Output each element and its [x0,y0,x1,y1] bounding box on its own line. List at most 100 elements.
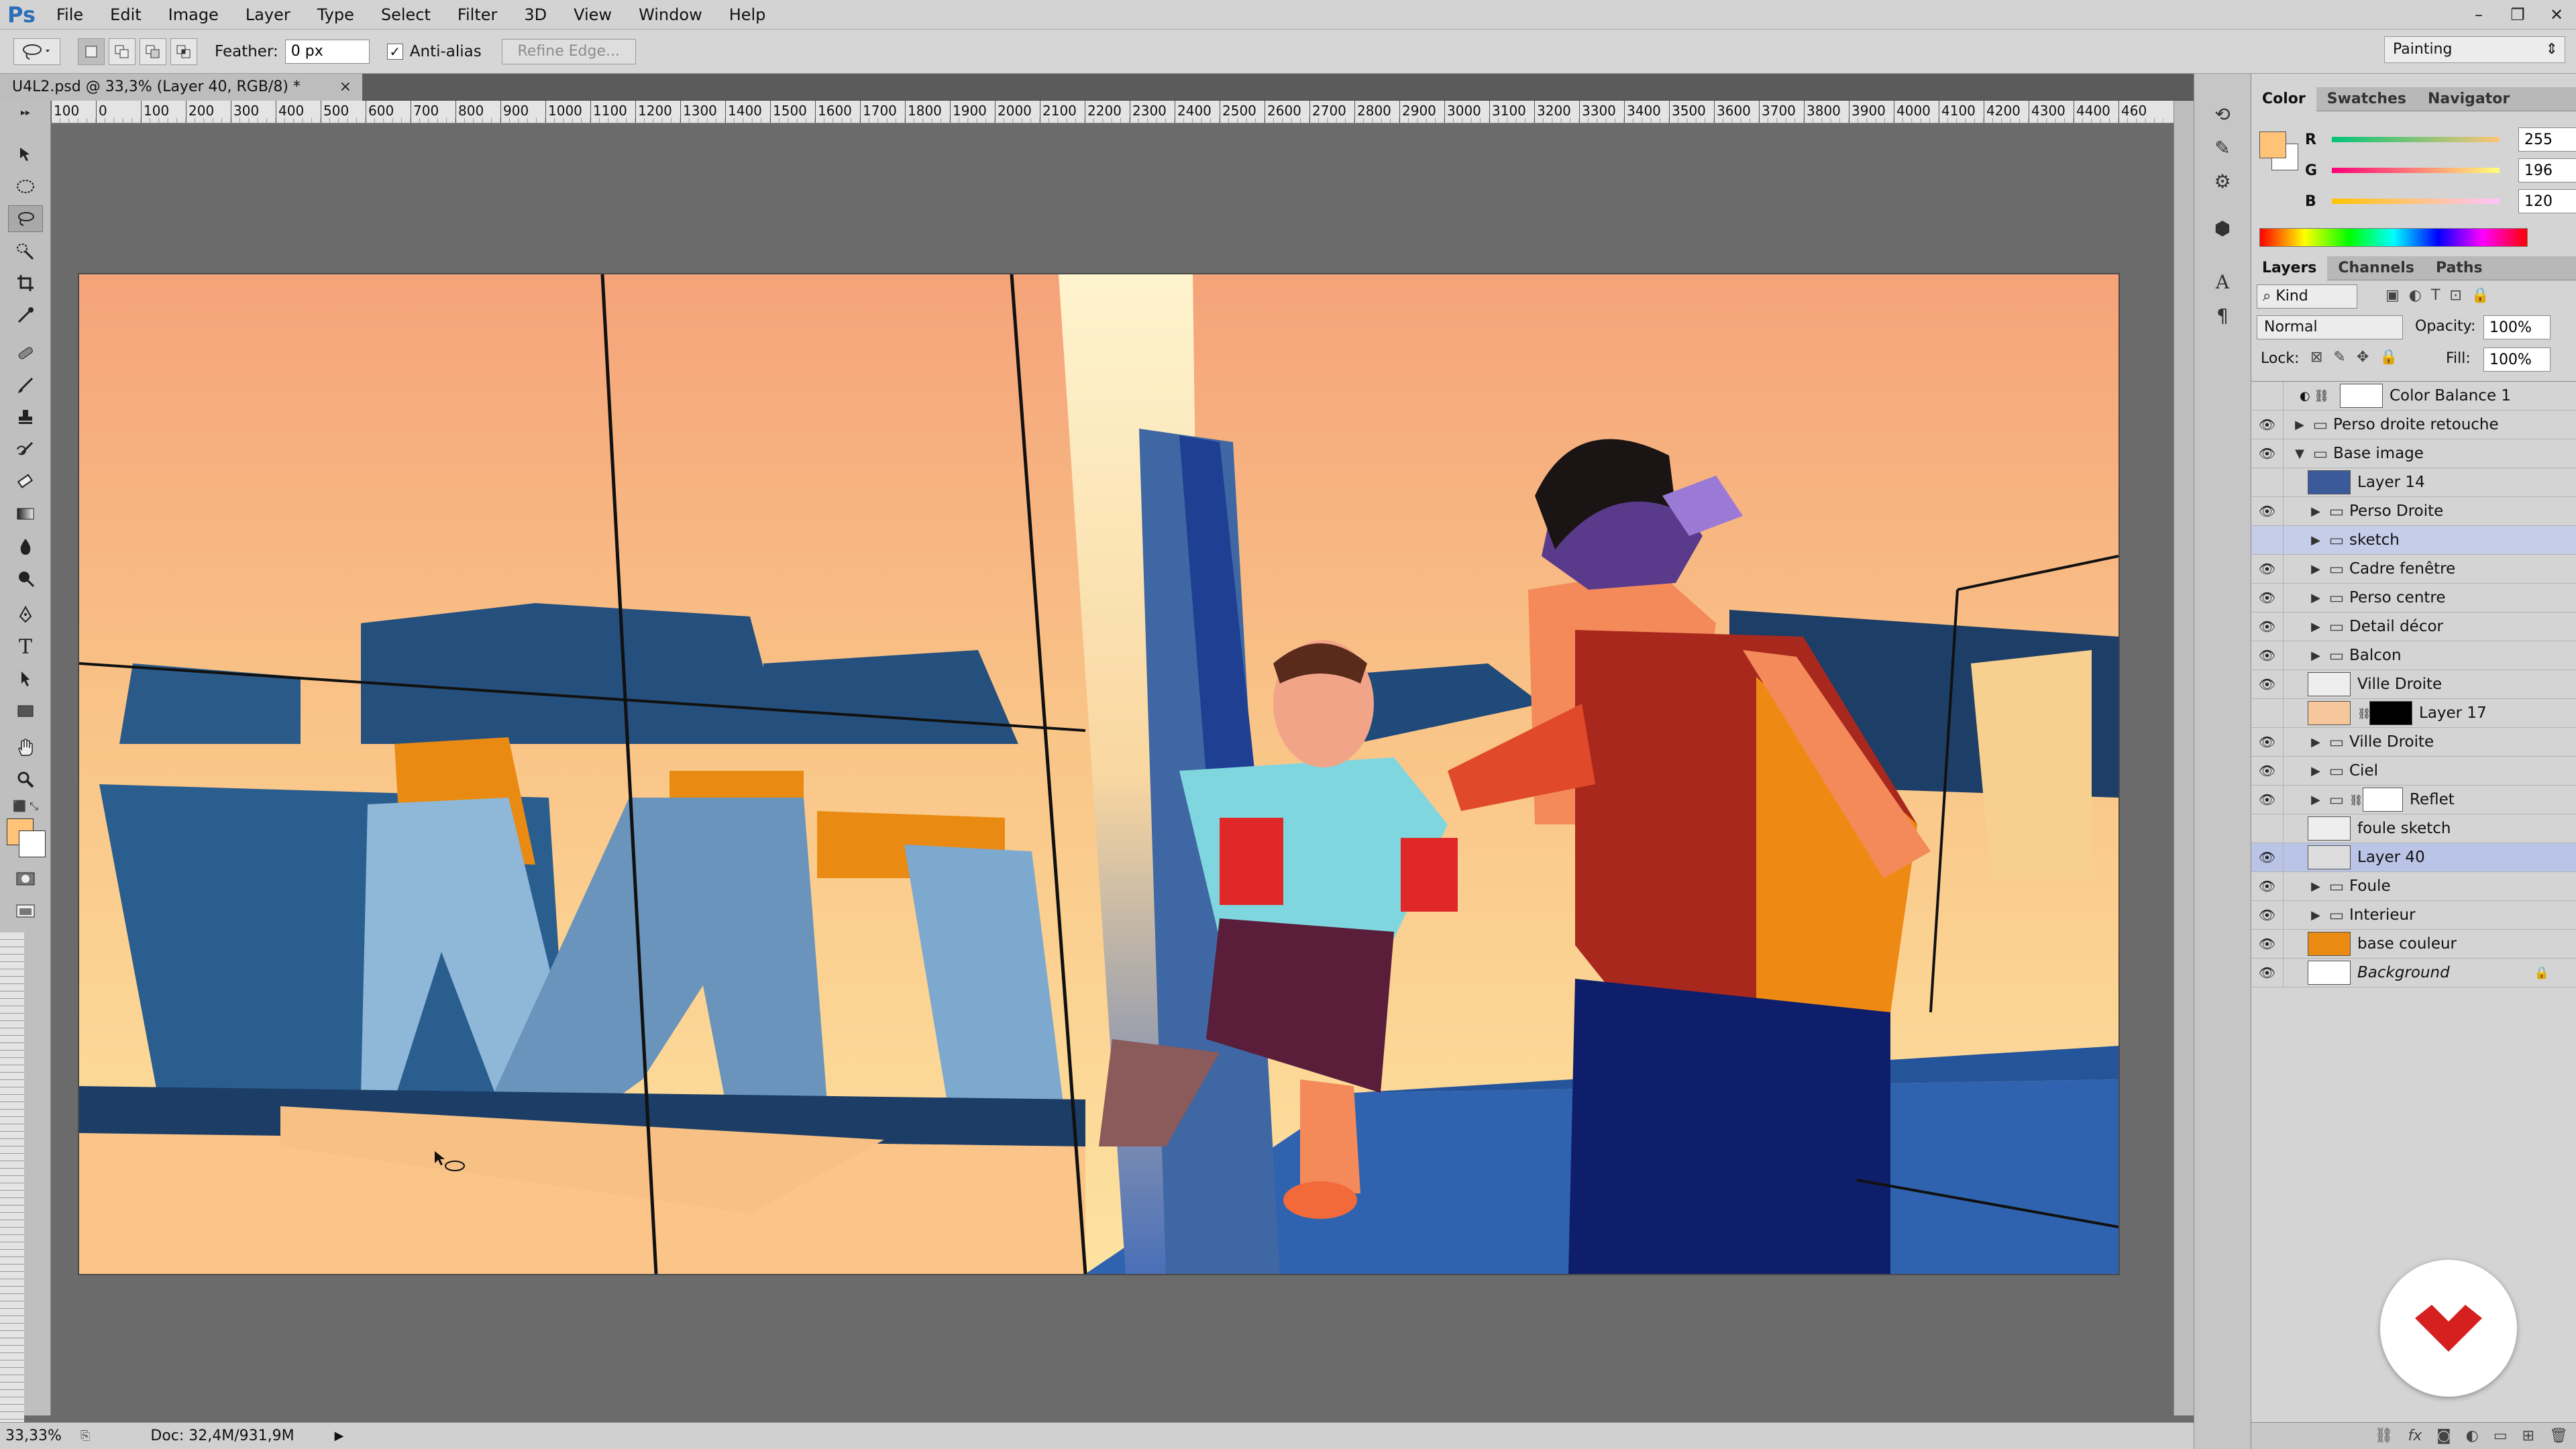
status-export-icon[interactable]: ⎘ [80,1429,90,1443]
color-spectrum-bar[interactable] [2259,228,2528,247]
eye-icon[interactable]: 👁 [2251,727,2284,757]
opacity-input[interactable] [2483,315,2551,339]
eye-icon[interactable]: 👁 [2251,871,2284,901]
path-selection-tool[interactable] [8,665,43,692]
layer-name[interactable]: foule sketch [2357,820,2451,837]
layer-row[interactable]: 👁 ▶ ▭ Perso centre [2251,583,2576,612]
add-mask-icon[interactable]: ◙ [2436,1428,2451,1444]
status-menu-arrow-icon[interactable]: ▶ [335,1429,344,1443]
expand-right-icon[interactable]: ▶ [2308,533,2324,547]
eye-icon[interactable]: 👁 [2251,900,2284,930]
document-tab[interactable]: U4L2.psd @ 33,3% (Layer 40, RGB/8) * × [0,74,362,101]
blur-tool[interactable] [8,533,43,559]
add-to-selection-button[interactable] [109,38,136,65]
layer-thumbnail[interactable] [2308,845,2351,869]
visibility-toggle[interactable] [2251,468,2284,497]
expand-right-icon[interactable]: ▶ [2308,504,2324,519]
visibility-toggle[interactable] [2251,698,2284,728]
vertical-scrollbar[interactable] [2174,101,2194,1415]
layer-row[interactable]: 👁 ▼ ▭ Base image [2251,439,2576,468]
layer-name[interactable]: Background [2357,964,2450,981]
brush-presets-icon[interactable]: ✎ [2209,134,2236,161]
layer-row[interactable]: 👁 Ville Droite [2251,669,2576,699]
adjustment-layer-icon[interactable]: ◐ [2466,1428,2479,1444]
3d-panel-icon[interactable]: ⬢ [2209,215,2236,241]
red-slider[interactable] [2332,137,2500,142]
expand-right-icon[interactable]: ▶ [2308,591,2324,605]
lock-options-icons[interactable]: ⊠✎✥🔒 [2310,349,2409,366]
layer-row[interactable]: foule sketch [2251,814,2576,843]
antialias-checkbox[interactable]: ✓ [386,43,403,60]
eyedropper-tool[interactable] [8,302,43,329]
feather-input[interactable] [284,39,370,64]
eye-icon[interactable]: 👁 [2251,496,2284,526]
menu-type[interactable]: Type [304,0,368,30]
tab-swatches[interactable]: Swatches [2316,87,2417,111]
eye-icon[interactable]: 👁 [2251,756,2284,786]
expand-right-icon[interactable]: ▶ [2292,418,2308,432]
menu-filter[interactable]: Filter [444,0,511,30]
tab-color[interactable]: Color [2251,87,2316,111]
layer-thumbnail[interactable] [2308,816,2351,841]
rectangle-tool[interactable] [8,698,43,724]
mask-link-icon[interactable]: ⛓ [2357,707,2371,720]
eye-icon[interactable]: 👁 [2251,583,2284,612]
layer-thumbnail[interactable] [2308,470,2351,494]
menu-select[interactable]: Select [368,0,444,30]
red-value-input[interactable] [2518,127,2576,152]
zoom-tool[interactable] [8,766,43,793]
expand-right-icon[interactable]: ▶ [2308,649,2324,663]
color-panel-foreground[interactable] [2259,131,2286,158]
layer-name[interactable]: Interieur [2349,906,2416,924]
mask-link-icon[interactable]: ⛓ [2349,794,2363,806]
eye-icon[interactable]: 👁 [2251,929,2284,959]
intersect-selection-button[interactable] [170,38,197,65]
layer-name[interactable]: Ciel [2349,762,2378,780]
layer-row[interactable]: 👁 ▶ ▭ Cadre fenêtre [2251,554,2576,584]
artwork-canvas[interactable] [79,274,2118,1274]
green-value-input[interactable] [2518,158,2576,182]
hand-tool[interactable] [8,734,43,761]
eye-icon[interactable]: 👁 [2251,410,2284,439]
layer-name[interactable]: Color Balance 1 [2390,387,2511,405]
history-panel-icon[interactable]: ⟲ [2209,101,2236,127]
layer-row[interactable]: 👁 ▶ ▭ Perso droite retouche [2251,410,2576,439]
swap-colors-button[interactable]: ⬛ ⤡ [8,798,43,814]
layer-filter-kind-select[interactable]: ⌕ Kind [2257,284,2357,309]
menu-view[interactable]: View [560,0,625,30]
tab-channels[interactable]: Channels [2327,256,2425,280]
layer-filter-icons[interactable]: ▣◐T⊡🔒 [2385,287,2499,304]
close-document-button[interactable]: × [339,74,352,101]
type-tool[interactable]: T [8,633,43,660]
layer-row[interactable]: 👁 ▶ ▭ Foule [2251,871,2576,901]
layer-mask-thumbnail[interactable] [2363,788,2403,812]
brush-tool[interactable] [8,372,43,398]
visibility-toggle[interactable] [2251,381,2284,411]
refine-edge-button[interactable]: Refine Edge... [501,38,636,64]
layer-name[interactable]: sketch [2349,531,2400,549]
layer-style-icon[interactable]: fx [2408,1428,2422,1444]
delete-layer-icon[interactable]: 🗑 [2549,1428,2568,1444]
green-slider[interactable] [2332,168,2500,173]
expand-right-icon[interactable]: ▶ [2308,562,2324,576]
layer-name[interactable]: Layer 40 [2357,849,2425,866]
menu-image[interactable]: Image [155,0,232,30]
close-window-button[interactable]: ✕ [2537,0,2576,30]
adjustment-mask-thumbnail[interactable] [2340,384,2383,408]
expand-right-icon[interactable]: ▶ [2308,793,2324,807]
quick-mask-button[interactable] [8,865,43,892]
new-layer-icon[interactable]: ⊞ [2522,1428,2534,1444]
tab-layers[interactable]: Layers [2251,256,2328,280]
expand-down-icon[interactable]: ▼ [2292,447,2308,461]
eye-icon[interactable]: 👁 [2251,612,2284,641]
link-layers-icon[interactable]: ⛓ [2375,1428,2394,1444]
layer-row[interactable]: 👁 ▶ ▭ Ciel [2251,756,2576,786]
toolbox-grip[interactable]: ▸▸ [8,107,43,118]
new-group-icon[interactable]: ▭ [2493,1428,2508,1444]
layer-row[interactable]: ⛓ Layer 17 [2251,698,2576,728]
menu-window[interactable]: Window [625,0,716,30]
layer-name[interactable]: Perso Droite [2349,502,2443,520]
layer-name[interactable]: Foule [2349,877,2391,895]
eye-icon[interactable]: 👁 [2251,641,2284,670]
layer-name[interactable]: Perso centre [2349,589,2446,606]
